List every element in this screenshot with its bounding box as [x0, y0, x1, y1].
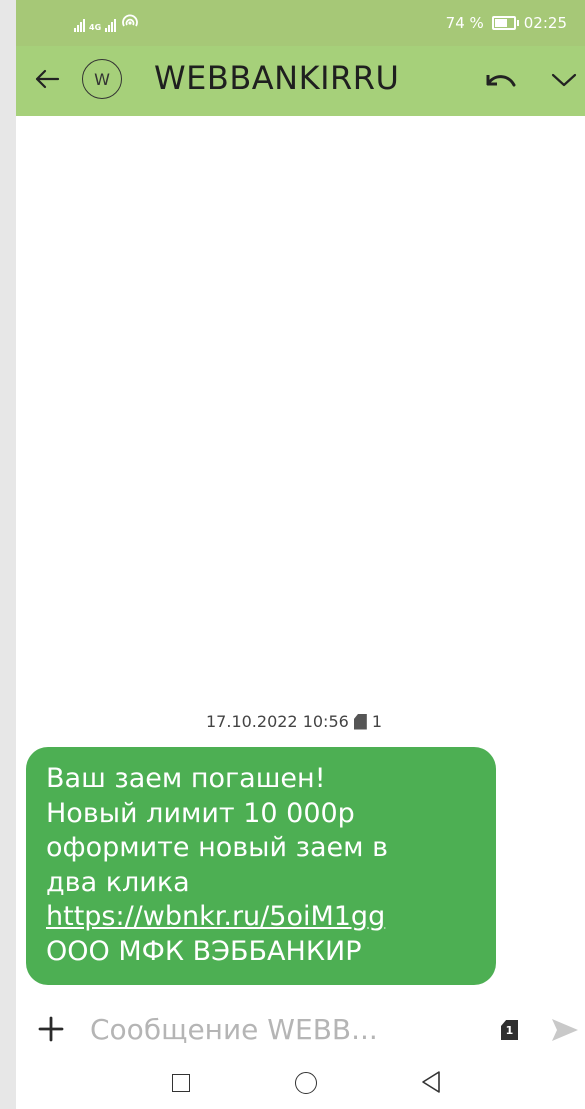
status-right: 74 % 02:25: [446, 14, 567, 32]
sim-select-button[interactable]: 1: [501, 1020, 518, 1040]
nav-back-icon[interactable]: [420, 1070, 442, 1094]
battery-percent: 74 %: [445, 14, 484, 32]
battery-icon: [491, 16, 519, 30]
send-icon[interactable]: [550, 1017, 580, 1043]
back-arrow-icon[interactable]: [34, 66, 60, 92]
recent-apps-icon[interactable]: [172, 1074, 190, 1092]
contact-name[interactable]: WEBBANKIRRU: [154, 59, 399, 97]
message-line: оформите новый заем в: [46, 832, 389, 863]
chevron-down-icon[interactable]: [550, 70, 578, 90]
battery-fill: [494, 19, 507, 27]
message-line: ООО МФК ВЭББАНКИР: [46, 935, 362, 967]
message-composer: 1: [16, 1005, 585, 1055]
message-line: Новый лимит 10 000р: [46, 797, 355, 829]
hotspot-icon: [122, 14, 139, 27]
sim-card-icon: [353, 713, 367, 730]
sim-slot-number: 1: [371, 712, 382, 731]
message-input[interactable]: [90, 1009, 480, 1049]
messaging-screen: 4G 74 % 02:25 W WEBBANKIRRU 17.10.2022 1…: [16, 0, 585, 1109]
home-icon[interactable]: [295, 1072, 317, 1094]
message-line: два клика: [46, 866, 190, 898]
status-bar: 4G 74 % 02:25: [16, 0, 585, 46]
message-timestamp: 17.10.2022 10:56 1: [206, 712, 382, 731]
conversation-header: W WEBBANKIRRU: [16, 46, 585, 116]
reply-icon[interactable]: [484, 68, 518, 94]
plus-icon[interactable]: [38, 1016, 64, 1042]
message-bubble[interactable]: Ваш заем погашен! Новый лимит 10 000р оф…: [26, 747, 496, 985]
timestamp-text: 17.10.2022 10:56: [206, 712, 349, 731]
signal-bars-icon: [105, 19, 117, 32]
clock: 02:25: [523, 14, 567, 32]
signal-bars-icon: [74, 19, 85, 32]
signal-indicators: 4G: [74, 14, 140, 32]
system-nav-bar: [16, 1060, 585, 1109]
network-type: 4G: [89, 23, 102, 32]
message-link[interactable]: https://wbnkr.ru/5oiM1gg: [46, 900, 476, 935]
message-line: Ваш заем погашен!: [46, 763, 326, 794]
contact-avatar[interactable]: W: [82, 59, 122, 99]
